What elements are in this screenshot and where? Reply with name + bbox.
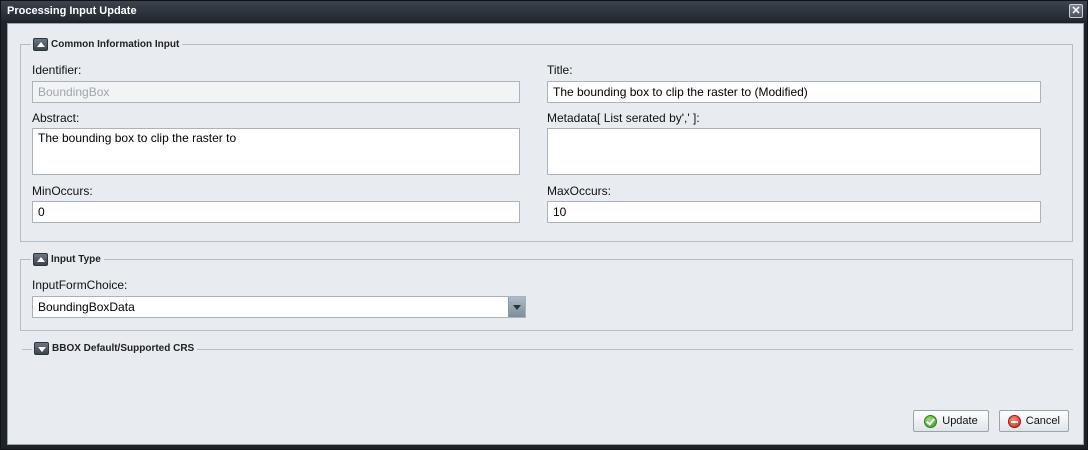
- identifier-field[interactable]: BoundingBox: [32, 81, 520, 103]
- bbox-legend[interactable]: BBOX Default/Supported CRS: [32, 341, 198, 356]
- processing-input-update-dialog: Processing Input Update ✕ Common Informa…: [0, 0, 1088, 450]
- input-form-choice-select[interactable]: BoundingBoxData: [32, 296, 526, 318]
- collapse-toggle-icon[interactable]: [33, 38, 48, 51]
- min-occurs-label: MinOccurs:: [32, 184, 93, 198]
- title-field[interactable]: The bounding box to clip the raster to (…: [547, 81, 1041, 103]
- max-occurs-field[interactable]: 10: [547, 201, 1041, 223]
- input-type-fieldset: Input Type InputFormChoice: BoundingBoxD…: [20, 252, 1073, 331]
- expand-toggle-icon[interactable]: [34, 342, 49, 355]
- dialog-titlebar[interactable]: Processing Input Update ✕: [1, 1, 1087, 21]
- abstract-textarea[interactable]: The bounding box to clip the raster to: [32, 128, 520, 175]
- max-occurs-label: MaxOccurs:: [547, 184, 612, 198]
- common-information-title: Common Information Input: [51, 39, 180, 50]
- update-button-label: Update: [942, 415, 978, 427]
- input-form-choice-value: BoundingBoxData: [38, 300, 135, 314]
- title-label: Title:: [547, 63, 573, 77]
- common-information-legend: Common Information Input: [31, 37, 183, 52]
- update-button[interactable]: Update: [913, 410, 989, 432]
- input-type-legend: Input Type: [31, 252, 104, 267]
- min-occurs-field[interactable]: 0: [32, 201, 520, 223]
- chevron-down-icon[interactable]: [508, 297, 525, 317]
- input-form-choice-label: InputFormChoice:: [32, 278, 128, 292]
- common-information-fieldset: Common Information Input Identifier: Bou…: [20, 37, 1073, 242]
- cancel-icon: [1008, 414, 1021, 428]
- collapse-toggle-icon[interactable]: [33, 253, 48, 266]
- cancel-button-label: Cancel: [1025, 415, 1060, 427]
- bbox-title: BBOX Default/Supported CRS: [52, 343, 195, 354]
- dialog-title: Processing Input Update: [7, 5, 137, 17]
- dialog-body: Common Information Input Identifier: Bou…: [7, 23, 1084, 445]
- cancel-button[interactable]: Cancel: [999, 410, 1069, 432]
- close-icon[interactable]: ✕: [1069, 4, 1083, 18]
- check-icon: [924, 414, 938, 428]
- identifier-label: Identifier:: [32, 63, 82, 77]
- abstract-label: Abstract:: [32, 111, 80, 125]
- input-type-title: Input Type: [51, 254, 101, 265]
- metadata-label: Metadata[ List serated by',' ]:: [547, 111, 700, 125]
- metadata-textarea[interactable]: [547, 128, 1041, 175]
